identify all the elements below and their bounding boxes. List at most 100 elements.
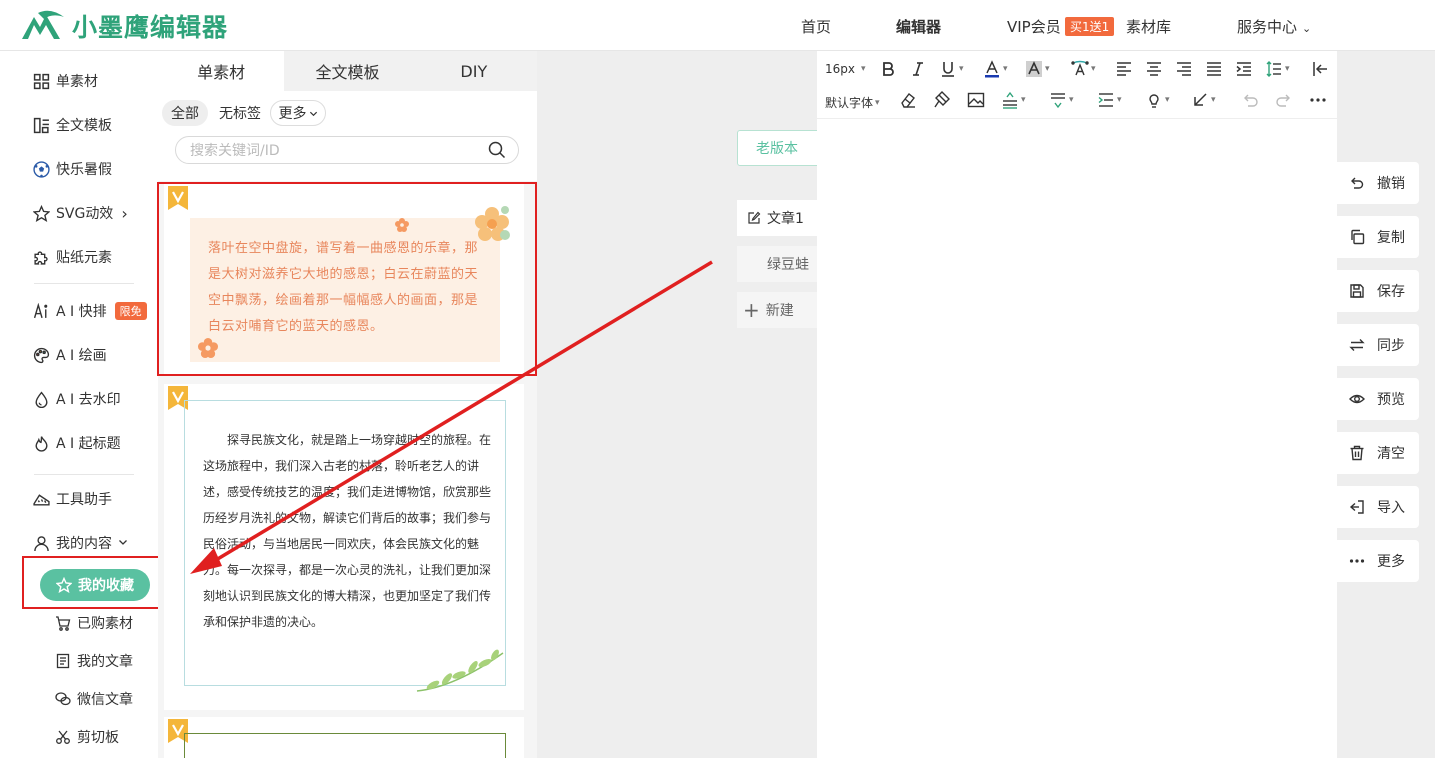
cart-icon — [54, 614, 72, 632]
italic-icon — [913, 62, 923, 76]
align-left-button[interactable] — [1115, 60, 1133, 78]
chevron-down-icon — [118, 535, 128, 551]
nav-editor[interactable]: 编辑器 — [896, 16, 941, 37]
old-version-button[interactable]: 老版本 — [737, 130, 827, 166]
undo-action-button[interactable]: 撤销 — [1337, 162, 1419, 204]
sidebar-item-svg-effects[interactable]: SVG动效 › — [32, 203, 128, 223]
free-badge: 限免 — [114, 302, 147, 320]
align-right-button[interactable] — [1175, 60, 1193, 78]
sidebar-item-full-template[interactable]: 全文模板 — [32, 115, 112, 135]
tab-single-material[interactable]: 单素材 — [158, 51, 285, 91]
chevron-right-icon: › — [121, 203, 128, 223]
sync-action-button[interactable]: 同步 — [1337, 324, 1419, 366]
bold-button[interactable] — [879, 60, 897, 78]
background-color-button[interactable]: ▾ — [1025, 60, 1050, 78]
search-icon[interactable] — [488, 141, 506, 159]
sidebar-item-ai-layout[interactable]: A I 快排 限免 — [32, 301, 147, 321]
arrow-down-left-icon — [1194, 93, 1207, 106]
font-size-select[interactable]: 16px ▾ — [825, 62, 866, 76]
line-height-button[interactable]: ▾ — [1265, 60, 1290, 78]
nav-service-center[interactable]: 服务中心 ⌄ — [1237, 16, 1311, 37]
align-center-icon — [1147, 62, 1161, 76]
sidebar-item-my-articles[interactable]: 我的文章 — [54, 651, 133, 671]
font-color-icon — [985, 60, 999, 78]
filter-more[interactable]: 更多 — [270, 100, 326, 126]
search-input[interactable] — [190, 141, 480, 161]
sidebar-item-my-content[interactable]: 我的内容 — [32, 533, 128, 553]
indent-icon — [1236, 62, 1251, 76]
font-color-button[interactable]: ▾ — [983, 60, 1008, 78]
sidebar-item-label: 贴纸元素 — [56, 250, 112, 266]
redo-button[interactable] — [1275, 91, 1293, 109]
material-card[interactable] — [164, 717, 524, 758]
arrow-tool-button[interactable]: ▾ — [1191, 91, 1216, 109]
sidebar-item-tools[interactable]: 工具助手 — [32, 489, 112, 509]
document-tab[interactable]: 绿豆蛙 — [737, 246, 827, 282]
action-label: 撤销 — [1377, 176, 1405, 192]
sidebar-item-single-material[interactable]: 单素材 — [32, 71, 98, 91]
letter-spacing-button[interactable]: ▾ — [1097, 91, 1122, 109]
filter-untagged[interactable]: 无标签 — [215, 100, 265, 126]
sidebar-item-summer[interactable]: 快乐暑假 — [32, 159, 112, 179]
spacing-after-icon — [1051, 93, 1065, 109]
font-family-select[interactable]: 默认字体 ▾ — [825, 94, 880, 111]
insert-image-button[interactable] — [967, 91, 985, 109]
nav-material-library[interactable]: 素材库 — [1126, 16, 1171, 37]
import-action-button[interactable]: 导入 — [1337, 486, 1419, 528]
copy-action-button[interactable]: 复制 — [1337, 216, 1419, 258]
sidebar-item-wechat-articles[interactable]: 微信文章 — [54, 689, 133, 709]
sidebar-divider — [34, 283, 134, 284]
material-card[interactable]: 探寻民族文化，就是踏上一场穿越时空的旅程。在这场旅程中，我们深入古老的村落，聆听… — [164, 384, 524, 710]
filter-all[interactable]: 全部 — [162, 100, 208, 126]
exit-button[interactable] — [1311, 60, 1329, 78]
sidebar-item-ai-watermark[interactable]: A I 去水印 — [32, 389, 121, 409]
italic-button[interactable] — [909, 60, 927, 78]
justify-button[interactable] — [1205, 60, 1223, 78]
spacing-after-button[interactable]: ▾ — [1049, 91, 1074, 109]
editor-canvas[interactable]: 16px ▾ ▾ ▾ ▾ ▾ ▾ 默认字体 ▾ ▾ ▾ ▾ ▾ ▾ — [817, 51, 1337, 758]
more-dots-icon — [1349, 559, 1365, 563]
tab-diy[interactable]: DIY — [410, 51, 537, 91]
top-header: 小墨鹰编辑器 首页 编辑器 VIP会员 买1送1 素材库 服务中心 ⌄ — [0, 0, 1435, 51]
underline-button[interactable]: ▾ — [939, 60, 964, 78]
sidebar-item-ai-title[interactable]: A I 起标题 — [32, 433, 121, 453]
undo-icon — [1244, 94, 1258, 107]
new-document-button[interactable]: + 新建 — [737, 292, 827, 328]
chevron-down-icon: ▾ — [1091, 64, 1096, 74]
text-effect-button[interactable]: ▾ — [1071, 60, 1096, 78]
sidebar-item-clipboard[interactable]: 剪切板 — [54, 727, 119, 747]
document-tab-active[interactable]: 文章1 — [737, 200, 827, 236]
undo-button[interactable] — [1241, 91, 1259, 109]
sidebar-item-purchased[interactable]: 已购素材 — [54, 613, 133, 633]
redo-icon — [1276, 94, 1290, 107]
clear-format-button[interactable] — [899, 91, 917, 109]
sidebar-item-stickers[interactable]: 贴纸元素 — [32, 247, 112, 267]
clear-action-button[interactable]: 清空 — [1337, 432, 1419, 474]
vip-promo-badge: 买1送1 — [1065, 17, 1115, 36]
preview-action-button[interactable]: 预览 — [1337, 378, 1419, 420]
sidebar-item-label: 单素材 — [56, 74, 98, 90]
logo[interactable]: 小墨鹰编辑器 — [20, 8, 228, 44]
trash-icon — [1350, 445, 1364, 461]
nav-vip[interactable]: VIP会员 — [1007, 16, 1061, 37]
grid-icon — [32, 72, 50, 90]
sync-icon — [1349, 339, 1365, 351]
more-action-button[interactable]: 更多 — [1337, 540, 1419, 582]
nav-home[interactable]: 首页 — [801, 16, 831, 37]
spacing-before-button[interactable]: ▾ — [1001, 91, 1026, 109]
tab-full-template[interactable]: 全文模板 — [284, 51, 411, 91]
align-center-button[interactable] — [1145, 60, 1163, 78]
sidebar-divider — [34, 474, 134, 475]
more-toolbar-button[interactable] — [1309, 91, 1327, 109]
flame-icon — [32, 434, 50, 452]
ai-suggest-button[interactable]: ▾ — [1145, 91, 1170, 109]
sidebar-item-label: 全文模板 — [56, 118, 112, 134]
ruler-icon — [32, 490, 50, 508]
format-painter-button[interactable] — [933, 91, 951, 109]
scissors-icon — [54, 728, 72, 746]
filter-more-label: 更多 — [278, 106, 307, 122]
user-icon — [32, 534, 50, 552]
indent-button[interactable] — [1235, 60, 1253, 78]
sidebar-item-ai-draw[interactable]: A I 绘画 — [32, 345, 107, 365]
save-action-button[interactable]: 保存 — [1337, 270, 1419, 312]
